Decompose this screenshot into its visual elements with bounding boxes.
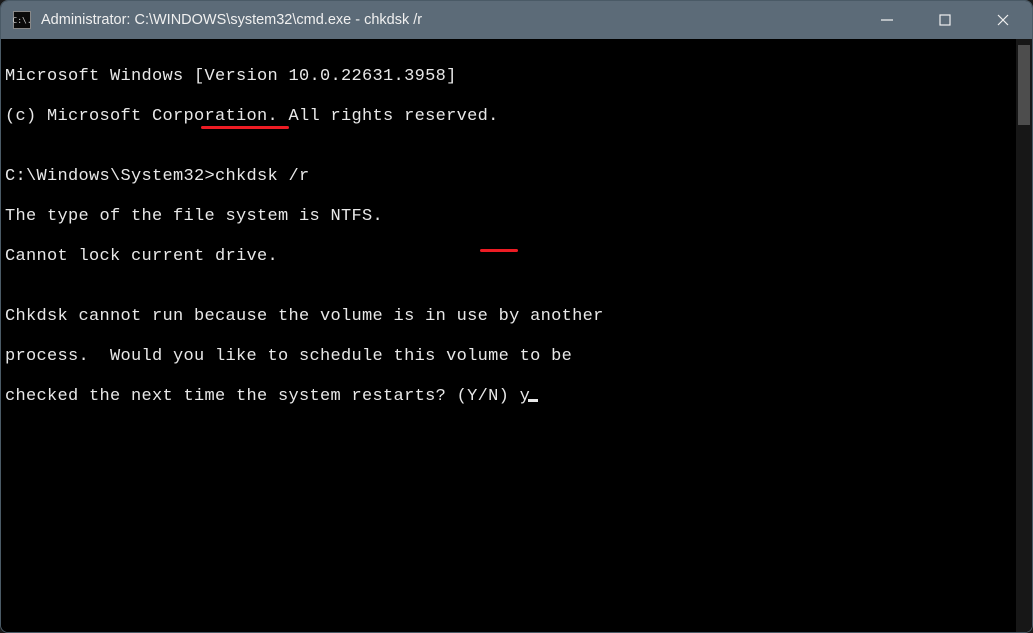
prompt-path: C:\Windows\System32>: [5, 167, 215, 186]
prompt-question: checked the next time the system restart…: [5, 387, 520, 406]
window-title: Administrator: C:\WINDOWS\system32\cmd.e…: [41, 12, 858, 28]
annotation-underline: [480, 249, 518, 252]
cmd-window: C:\. Administrator: C:\WINDOWS\system32\…: [0, 0, 1033, 633]
titlebar[interactable]: C:\. Administrator: C:\WINDOWS\system32\…: [1, 1, 1032, 39]
typed-command: chkdsk /r: [215, 167, 310, 186]
minimize-icon: [880, 13, 894, 27]
output-line: checked the next time the system restart…: [5, 387, 1012, 407]
maximize-icon: [938, 13, 952, 27]
cursor: [528, 399, 538, 402]
scrollbar-thumb[interactable]: [1018, 45, 1030, 125]
prompt-line: C:\Windows\System32>chkdsk /r: [5, 167, 1012, 187]
output-line: Microsoft Windows [Version 10.0.22631.39…: [5, 67, 1012, 87]
minimize-button[interactable]: [858, 1, 916, 39]
terminal-area: Microsoft Windows [Version 10.0.22631.39…: [1, 39, 1032, 632]
scrollbar[interactable]: [1016, 39, 1032, 632]
maximize-button[interactable]: [916, 1, 974, 39]
close-icon: [996, 13, 1010, 27]
output-line: Chkdsk cannot run because the volume is …: [5, 307, 1012, 327]
output-line: (c) Microsoft Corporation. All rights re…: [5, 107, 1012, 127]
output-line: process. Would you like to schedule this…: [5, 347, 1012, 367]
terminal-content[interactable]: Microsoft Windows [Version 10.0.22631.39…: [1, 39, 1016, 632]
annotation-underline: [201, 126, 289, 129]
output-line: The type of the file system is NTFS.: [5, 207, 1012, 227]
cmd-icon: C:\.: [13, 11, 31, 29]
window-controls: [858, 1, 1032, 39]
user-response: y: [520, 387, 531, 406]
close-button[interactable]: [974, 1, 1032, 39]
